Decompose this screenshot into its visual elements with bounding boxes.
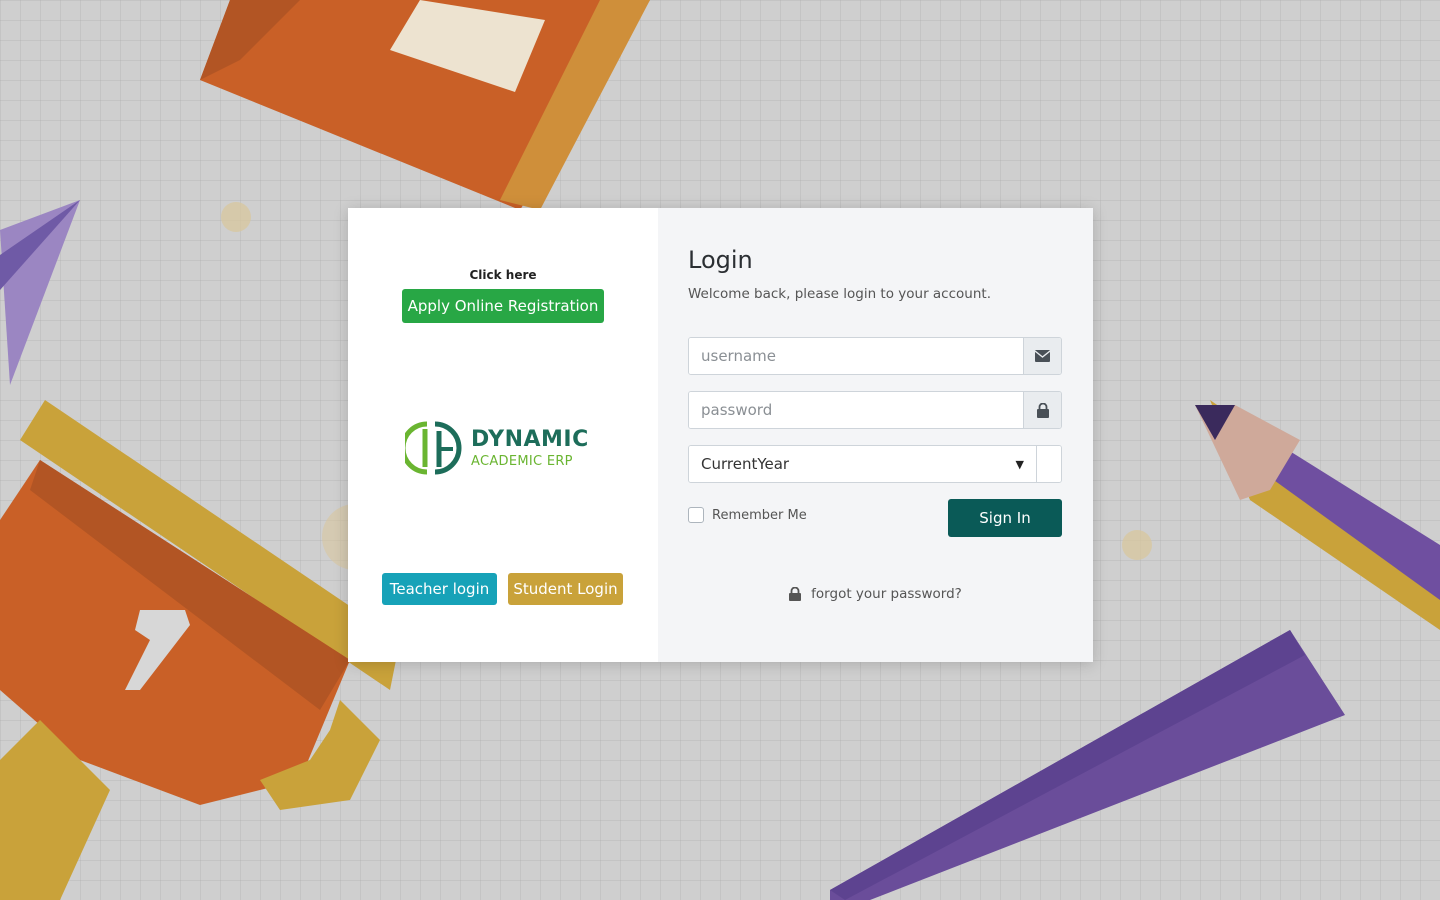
logo-mark-icon bbox=[405, 421, 462, 475]
login-subtitle: Welcome back, please login to your accou… bbox=[688, 286, 991, 302]
paper-plane-illustration bbox=[0, 200, 80, 385]
login-title: Login bbox=[688, 246, 753, 274]
year-select[interactable]: CurrentYear ▼ bbox=[689, 446, 1037, 482]
chevron-down-icon: ▼ bbox=[1015, 457, 1024, 471]
password-input[interactable] bbox=[689, 392, 1023, 428]
click-here-label: Click here bbox=[469, 268, 537, 282]
forgot-password: forgot your password? bbox=[658, 586, 1093, 602]
pencil-illustration bbox=[1195, 400, 1440, 630]
remember-me: Remember Me bbox=[688, 507, 807, 523]
year-select-value: CurrentYear bbox=[701, 455, 790, 473]
forgot-password-link[interactable]: forgot your password? bbox=[811, 586, 962, 602]
username-input[interactable] bbox=[689, 338, 1023, 374]
password-group bbox=[688, 391, 1062, 429]
logo: DYNAMIC ACADEMIC ERP bbox=[405, 418, 605, 478]
student-login-button[interactable]: Student Login bbox=[508, 573, 623, 605]
year-addon bbox=[1037, 446, 1061, 482]
lock-icon bbox=[789, 587, 802, 601]
sign-in-button[interactable]: Sign In bbox=[948, 499, 1062, 537]
logo-subtitle: ACADEMIC ERP bbox=[471, 453, 573, 469]
year-group: CurrentYear ▼ bbox=[688, 445, 1062, 483]
ruler-illustration bbox=[830, 630, 1345, 900]
remember-me-label: Remember Me bbox=[712, 507, 807, 523]
logo-title: DYNAMIC bbox=[471, 426, 589, 452]
login-card: Click here Apply Online Registration DYN… bbox=[348, 208, 1093, 662]
lock-icon bbox=[1023, 392, 1061, 428]
apply-online-registration-button[interactable]: Apply Online Registration bbox=[402, 289, 604, 323]
username-group bbox=[688, 337, 1062, 375]
envelope-icon bbox=[1023, 338, 1061, 374]
right-panel: Login Welcome back, please login to your… bbox=[658, 208, 1093, 662]
remember-me-checkbox[interactable] bbox=[688, 507, 704, 523]
trophy-illustration bbox=[0, 400, 400, 900]
left-panel: Click here Apply Online Registration DYN… bbox=[348, 208, 658, 662]
notebook-illustration bbox=[200, 0, 650, 210]
teacher-login-button[interactable]: Teacher login bbox=[382, 573, 497, 605]
